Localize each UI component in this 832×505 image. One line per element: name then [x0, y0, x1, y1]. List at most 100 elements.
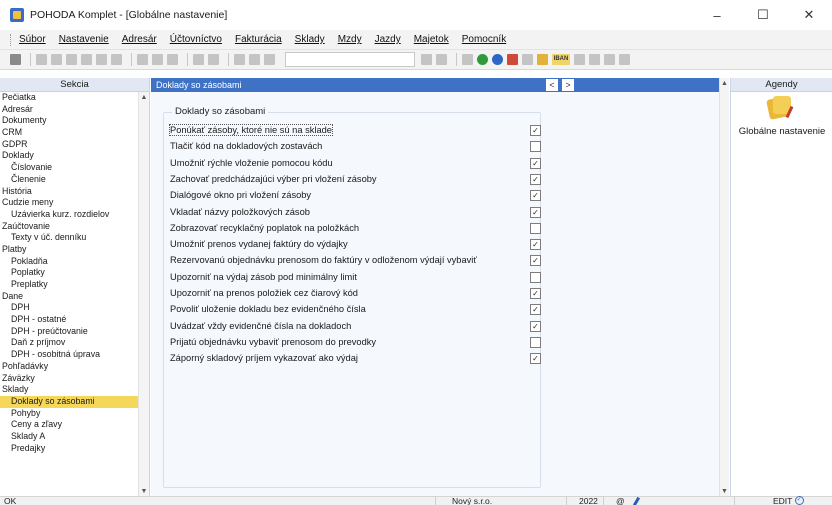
maximize-button[interactable]: ☐ — [740, 0, 786, 30]
sidebar-item[interactable]: DPH - ostatné — [0, 314, 139, 326]
option-row[interactable]: Vkladať názvy položkových zásob ✓ — [170, 205, 541, 219]
menu-fakturacia[interactable]: Fakturácia — [235, 34, 282, 45]
option-checkbox[interactable]: ✓ — [530, 320, 541, 332]
grid-view-icon[interactable] — [604, 54, 615, 65]
option-row[interactable]: Dialógové okno pri vložení zásoby ✓ — [170, 188, 541, 202]
back-icon[interactable] — [193, 54, 204, 65]
filter-icon[interactable] — [421, 54, 432, 65]
report-icon[interactable] — [66, 54, 77, 65]
sidebar-item[interactable]: Dokumenty — [0, 115, 139, 127]
option-label[interactable]: Zobrazovať recyklačný poplatok na položk… — [170, 223, 359, 233]
forward-icon[interactable] — [208, 54, 219, 65]
option-label[interactable]: Upozorniť na prenos položiek cez čiarový… — [170, 288, 358, 298]
sidebar-item[interactable]: Záväzky — [0, 373, 139, 385]
option-label[interactable]: Uvádzať vždy evidenčné čísla na dokladoc… — [170, 321, 351, 331]
agenda-label[interactable]: Globálne nastavenie — [731, 126, 832, 137]
settings-agenda-icon[interactable] — [766, 96, 794, 120]
calculator-icon[interactable] — [522, 54, 533, 65]
sidebar-item[interactable]: Pečiatka — [0, 92, 139, 104]
option-label[interactable]: Rezervovanú objednávku prenosom do faktú… — [170, 255, 477, 265]
quick-search-input[interactable] — [285, 52, 415, 67]
calendar-icon[interactable] — [507, 54, 518, 65]
option-checkbox[interactable]: ✓ — [530, 173, 541, 185]
sidebar-item[interactable]: GDPR — [0, 139, 139, 151]
users-icon[interactable] — [537, 54, 548, 65]
menu-subor[interactable]: Súbor — [19, 34, 46, 45]
print-icon[interactable] — [36, 54, 47, 65]
sidebar-item[interactable]: Pokladňa — [0, 256, 139, 268]
agenda-icon[interactable] — [10, 54, 21, 65]
sidebar-item[interactable]: Texty v úč. denníku — [0, 232, 139, 244]
sidebar-item[interactable]: Pohyby — [0, 408, 139, 420]
option-checkbox[interactable]: ✓ — [530, 157, 541, 169]
sidebar-item[interactable]: DPH - preúčtovanie — [0, 326, 139, 338]
option-checkbox[interactable]: ✓ — [530, 288, 541, 299]
sidebar-item[interactable]: Adresár — [0, 104, 139, 116]
option-checkbox[interactable]: ✓ — [530, 206, 541, 218]
sidebar-item[interactable]: Daň z príjmov — [0, 337, 139, 349]
option-row[interactable]: Prijatú objednávku vybaviť prenosom do p… — [170, 335, 541, 349]
grid-icon[interactable] — [574, 54, 585, 65]
option-checkbox[interactable]: ✓ — [530, 304, 541, 316]
new-record-icon[interactable] — [137, 54, 148, 65]
menu-uctovnictvo[interactable]: Účtovníctvo — [170, 34, 222, 45]
paste-icon[interactable] — [264, 54, 275, 65]
table-icon[interactable] — [167, 54, 178, 65]
sidebar-item[interactable]: Uzávierka kurz. rozdielov — [0, 209, 139, 221]
menu-adresar[interactable]: Adresár — [122, 34, 157, 45]
print-preview-icon[interactable] — [51, 54, 62, 65]
option-label[interactable]: Umožniť prenos vydanej faktúry do výdajk… — [170, 239, 348, 249]
sidebar-scrollbar[interactable]: ▲ ▼ — [138, 92, 149, 498]
sidebar-item[interactable]: Doklady — [0, 150, 139, 162]
option-row[interactable]: Umožniť rýchle vloženie pomocou kódu ✓ — [170, 156, 541, 170]
globe-icon[interactable] — [492, 54, 503, 65]
refresh-icon[interactable] — [477, 54, 488, 65]
grid-edit-icon[interactable] — [589, 54, 600, 65]
sidebar-item[interactable]: Poplatky — [0, 267, 139, 279]
sidebar-item[interactable]: Sklady — [0, 384, 139, 396]
save-icon[interactable] — [234, 54, 245, 65]
option-row[interactable]: Rezervovanú objednávku prenosom do faktú… — [170, 253, 541, 267]
sidebar-item[interactable]: Preplatky — [0, 279, 139, 291]
document-icon[interactable] — [111, 54, 122, 65]
list-icon[interactable] — [249, 54, 260, 65]
option-label[interactable]: Upozorniť na výdaj zásob pod minimálny l… — [170, 272, 357, 282]
option-label[interactable]: Ponúkať zásoby, ktoré nie sú na sklade — [169, 124, 333, 136]
option-label[interactable]: Dialógové okno pri vložení zásoby — [170, 190, 311, 200]
option-checkbox[interactable]: ✓ — [530, 353, 541, 365]
option-row[interactable]: Zachovať predchádzajúci výber pri vložen… — [170, 172, 541, 186]
sidebar-item[interactable]: DPH — [0, 302, 139, 314]
prev-button[interactable]: < — [546, 79, 558, 91]
scroll-up-icon[interactable]: ▲ — [139, 92, 149, 104]
option-row[interactable]: Ponúkať zásoby, ktoré nie sú na sklade ✓ — [169, 123, 541, 137]
option-checkbox[interactable] — [530, 141, 541, 153]
option-label[interactable]: Zachovať predchádzajúci výber pri vložen… — [170, 174, 377, 184]
option-checkbox[interactable]: ✓ — [530, 125, 541, 136]
sidebar-item[interactable]: Doklady so zásobami — [0, 395, 139, 408]
option-row[interactable]: Uvádzať vždy evidenčné čísla na dokladoc… — [170, 319, 541, 333]
sidebar-item[interactable]: Platby — [0, 244, 139, 256]
option-label[interactable]: Záporný skladový príjem vykazovať ako vý… — [170, 353, 358, 363]
close-button[interactable]: ✕ — [786, 0, 832, 30]
option-row[interactable]: Upozorniť na výdaj zásob pod minimálny l… — [170, 270, 541, 284]
edit-record-icon[interactable] — [152, 54, 163, 65]
sidebar-item[interactable]: CRM — [0, 127, 139, 139]
sidebar-item[interactable]: História — [0, 186, 139, 198]
sidebar-item[interactable]: Členenie — [0, 174, 139, 186]
option-label[interactable]: Prijatú objednávku vybaviť prenosom do p… — [170, 337, 376, 347]
menu-jazdy[interactable]: Jazdy — [375, 34, 401, 45]
export-icon[interactable] — [96, 54, 107, 65]
minimize-button[interactable]: – — [694, 0, 740, 30]
option-row[interactable]: Tlačiť kód na dokladových zostavách — [170, 139, 541, 153]
option-checkbox[interactable]: ✓ — [530, 255, 541, 267]
option-checkbox[interactable]: ✓ — [530, 239, 541, 251]
sidebar-item[interactable]: Predajky — [0, 443, 139, 455]
option-label[interactable]: Vkladať názvy položkových zásob — [170, 207, 310, 217]
sidebar-item[interactable]: Dane — [0, 291, 139, 303]
option-checkbox[interactable] — [530, 271, 541, 283]
menu-sklady[interactable]: Sklady — [295, 34, 325, 45]
next-button[interactable]: > — [562, 79, 574, 91]
sidebar-item[interactable]: Cudzie meny — [0, 197, 139, 209]
sidebar-item[interactable]: Zaúčtovanie — [0, 221, 139, 233]
menu-nastavenie[interactable]: Nastavenie — [59, 34, 109, 45]
